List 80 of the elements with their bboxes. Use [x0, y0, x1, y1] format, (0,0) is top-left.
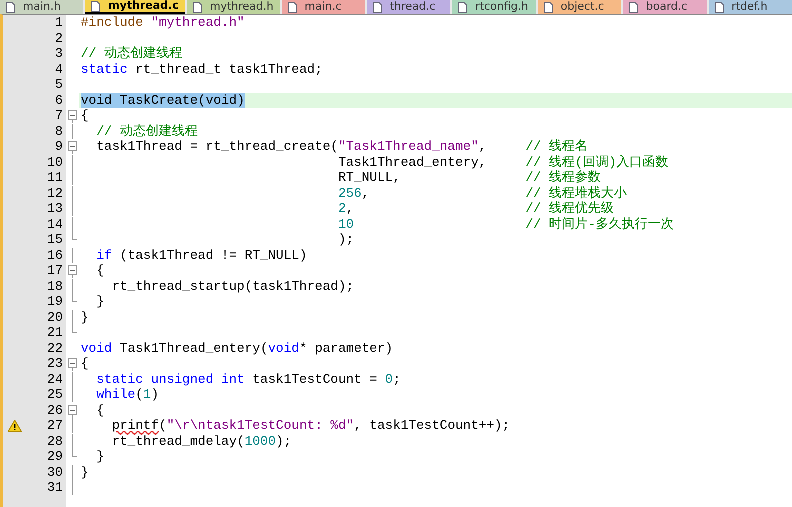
- file-icon: [544, 2, 553, 12]
- fold-toggle-icon[interactable]: [68, 108, 77, 124]
- file-icon: [373, 2, 382, 12]
- code-line: RT_NULL, // 线程参数: [337, 170, 602, 186]
- code-line: if (task1Thread != RT_NULL): [96, 248, 308, 263]
- code-line: task1Thread = rt_thread_create("Task1Thread_name", // 线程名: [96, 139, 590, 154]
- line-number: 2: [54, 30, 64, 46]
- line-number: 18: [46, 278, 64, 294]
- code-line: }: [80, 310, 90, 325]
- code-line: void Task1Thread_entery(void* parameter): [80, 340, 394, 356]
- line-number: 27: [46, 418, 64, 434]
- code-line: }: [96, 449, 106, 464]
- file-tab[interactable]: main.c: [282, 0, 366, 14]
- line-number: 6: [54, 92, 64, 108]
- code-line: rt_thread_mdelay(1000);: [111, 434, 293, 449]
- file-tab[interactable]: rtconfig.h: [452, 0, 536, 14]
- file-icon: [629, 2, 638, 12]
- line-number: 16: [46, 248, 64, 263]
- line-number: 10: [46, 154, 64, 170]
- code-line: {: [96, 263, 106, 278]
- code-line: {: [80, 356, 90, 372]
- line-number: 13: [46, 201, 64, 216]
- code-line: // 动态创建线程: [80, 46, 184, 62]
- code-line: 256, // 线程堆栈大小: [337, 186, 628, 201]
- code-line: while(1): [96, 387, 160, 402]
- line-number: 17: [46, 263, 64, 278]
- file-icon: [288, 2, 297, 12]
- fold-toggle-icon[interactable]: [68, 263, 77, 278]
- code-line: }: [80, 464, 90, 480]
- line-number: 26: [46, 402, 64, 418]
- code-line: static unsigned int task1TestCount = 0;: [96, 372, 402, 387]
- code-line: {: [80, 108, 90, 124]
- file-tab[interactable]: mythread.c: [85, 0, 185, 14]
- code-line: // 动态创建线程: [96, 124, 200, 139]
- file-tab[interactable]: main.h: [0, 0, 84, 14]
- code-line: static rt_thread_t task1Thread;: [80, 62, 324, 77]
- code-line: #include "mythread.h": [80, 15, 246, 30]
- line-number: 21: [46, 325, 64, 340]
- line-number: 15: [46, 232, 64, 248]
- line-number: 19: [46, 294, 64, 310]
- code-line: printf("\r\ntask1TestCount: %d", task1TestCount++);: [111, 418, 512, 434]
- file-tab[interactable]: mythread.h: [186, 0, 280, 14]
- file-tab[interactable]: object.c: [538, 0, 622, 14]
- line-number: 24: [46, 372, 64, 387]
- file-icon: [192, 2, 202, 12]
- line-number: 3: [54, 46, 64, 62]
- line-number: 14: [46, 216, 64, 232]
- line-number: 11: [46, 170, 64, 186]
- line-number: 9: [54, 139, 64, 154]
- fold-toggle-icon[interactable]: [68, 139, 77, 154]
- line-number: 30: [46, 464, 64, 480]
- file-icon: [714, 2, 724, 12]
- fold-toggle-icon[interactable]: [68, 402, 77, 418]
- file-icon: [458, 2, 468, 12]
- code-line: );: [337, 232, 356, 248]
- line-number: 4: [54, 62, 64, 77]
- code-line: }: [96, 294, 106, 310]
- line-number: 20: [46, 310, 64, 325]
- line-number: 5: [54, 77, 64, 92]
- code-line: {: [96, 402, 106, 418]
- line-number: 28: [46, 434, 64, 449]
- line-number: 25: [46, 387, 64, 402]
- line-number: 31: [46, 480, 64, 496]
- line-number: 8: [54, 124, 64, 139]
- file-tab[interactable]: board.c: [623, 0, 707, 14]
- line-number: 23: [46, 356, 64, 372]
- fold-toggle-icon[interactable]: [68, 356, 77, 372]
- code-line: Task1Thread_entery, // 线程(回调)入口函数: [337, 154, 670, 170]
- code-line: rt_thread_startup(task1Thread);: [111, 278, 356, 294]
- line-number: 7: [54, 108, 64, 124]
- file-icon: [6, 2, 15, 12]
- code-line: 10 // 时间片-多久执行一次: [337, 216, 675, 232]
- line-number: 22: [46, 340, 64, 356]
- line-number: 1: [54, 15, 64, 30]
- line-number: 12: [46, 186, 64, 201]
- line-number: 29: [46, 449, 64, 464]
- file-tab[interactable]: rtdef.h: [708, 0, 792, 14]
- file-tab[interactable]: thread.c: [367, 0, 450, 14]
- code-line: 2, // 线程优先级: [337, 201, 616, 216]
- file-icon: [91, 0, 100, 12]
